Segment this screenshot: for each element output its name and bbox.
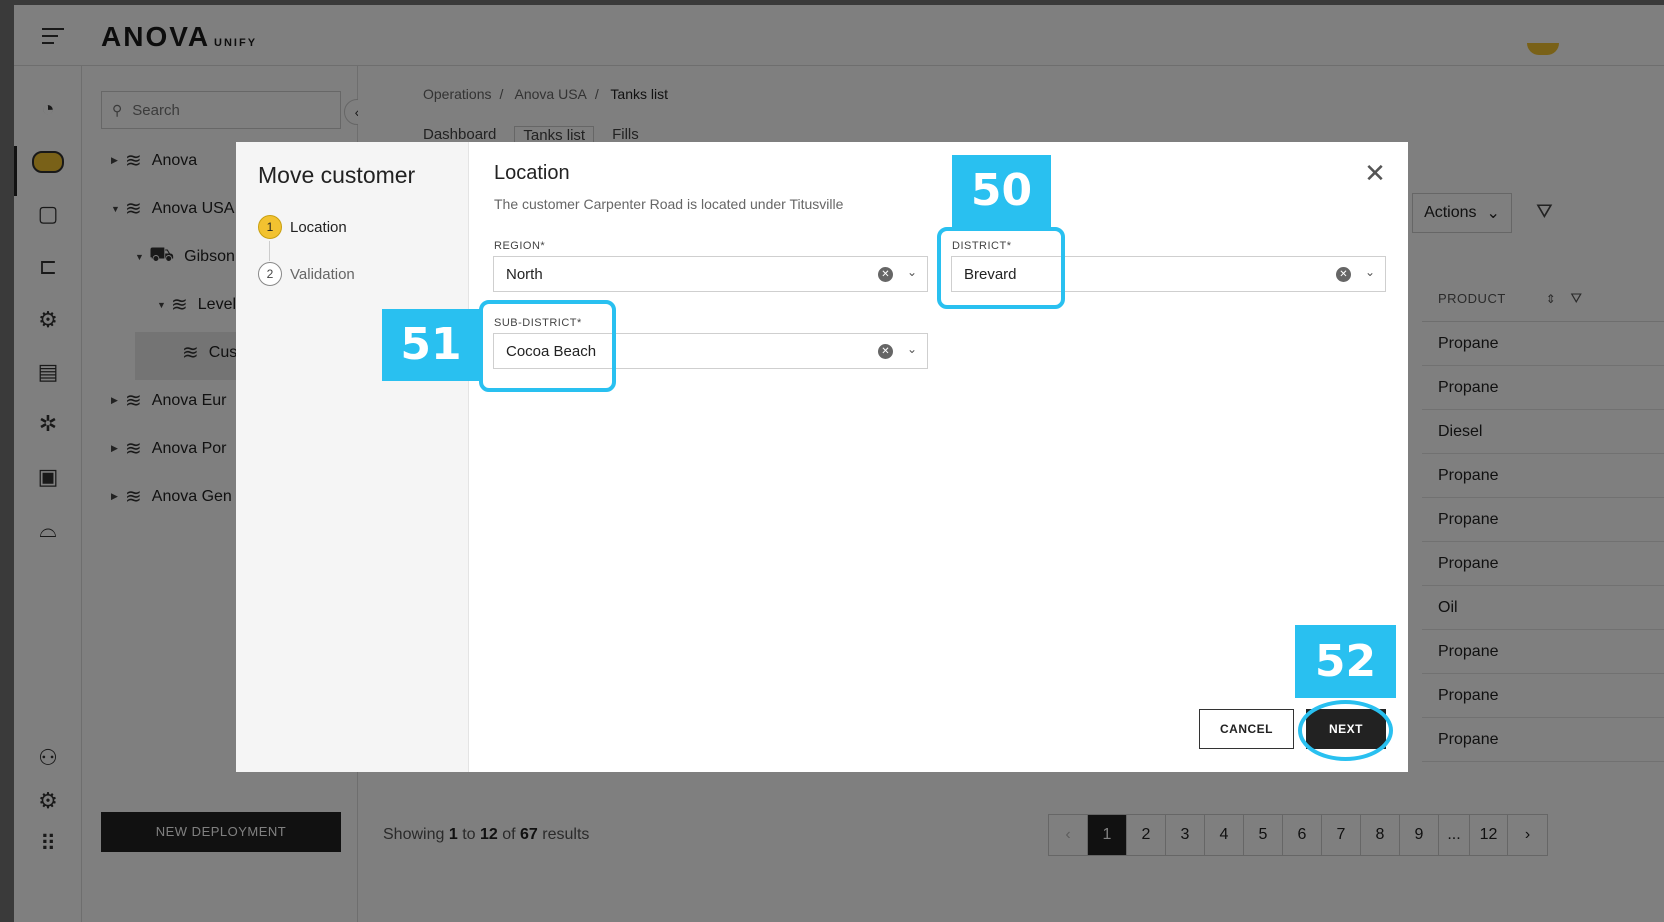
- annotation-marker-50: 50: [952, 155, 1051, 227]
- step-label: Validation: [290, 265, 355, 283]
- chevron-down-icon[interactable]: ⌄: [1365, 265, 1375, 279]
- step-location[interactable]: 1 Location: [258, 215, 347, 239]
- clear-icon[interactable]: ✕: [878, 267, 893, 282]
- step-label: Location: [290, 218, 347, 236]
- step-connector: [269, 241, 270, 261]
- clear-icon[interactable]: ✕: [878, 344, 893, 359]
- region-value: North: [506, 265, 543, 283]
- move-customer-dialog: Move customer 1 Location 2 Validation ✕ …: [236, 142, 1408, 772]
- step-validation[interactable]: 2 Validation: [258, 262, 355, 286]
- section-description: The customer Carpenter Road is located u…: [494, 196, 844, 212]
- clear-icon[interactable]: ✕: [1336, 267, 1351, 282]
- annotation-marker-51: 51: [382, 309, 480, 381]
- annotation-ring-51: [479, 300, 616, 392]
- annotation-ring-52: [1298, 700, 1393, 761]
- step-number: 2: [258, 262, 282, 286]
- close-icon[interactable]: ✕: [1363, 160, 1387, 186]
- annotation-marker-52: 52: [1295, 625, 1396, 698]
- stepper-panel: Move customer 1 Location 2 Validation: [236, 142, 469, 772]
- region-select[interactable]: North ✕ ⌄: [493, 256, 928, 292]
- step-number: 1: [258, 215, 282, 239]
- section-title: Location: [494, 162, 570, 184]
- chevron-down-icon[interactable]: ⌄: [907, 342, 917, 356]
- cancel-button[interactable]: CANCEL: [1199, 709, 1294, 749]
- annotation-ring-50: [937, 227, 1065, 309]
- region-label: REGION*: [494, 240, 546, 252]
- dialog-title: Move customer: [258, 162, 416, 188]
- chevron-down-icon[interactable]: ⌄: [907, 265, 917, 279]
